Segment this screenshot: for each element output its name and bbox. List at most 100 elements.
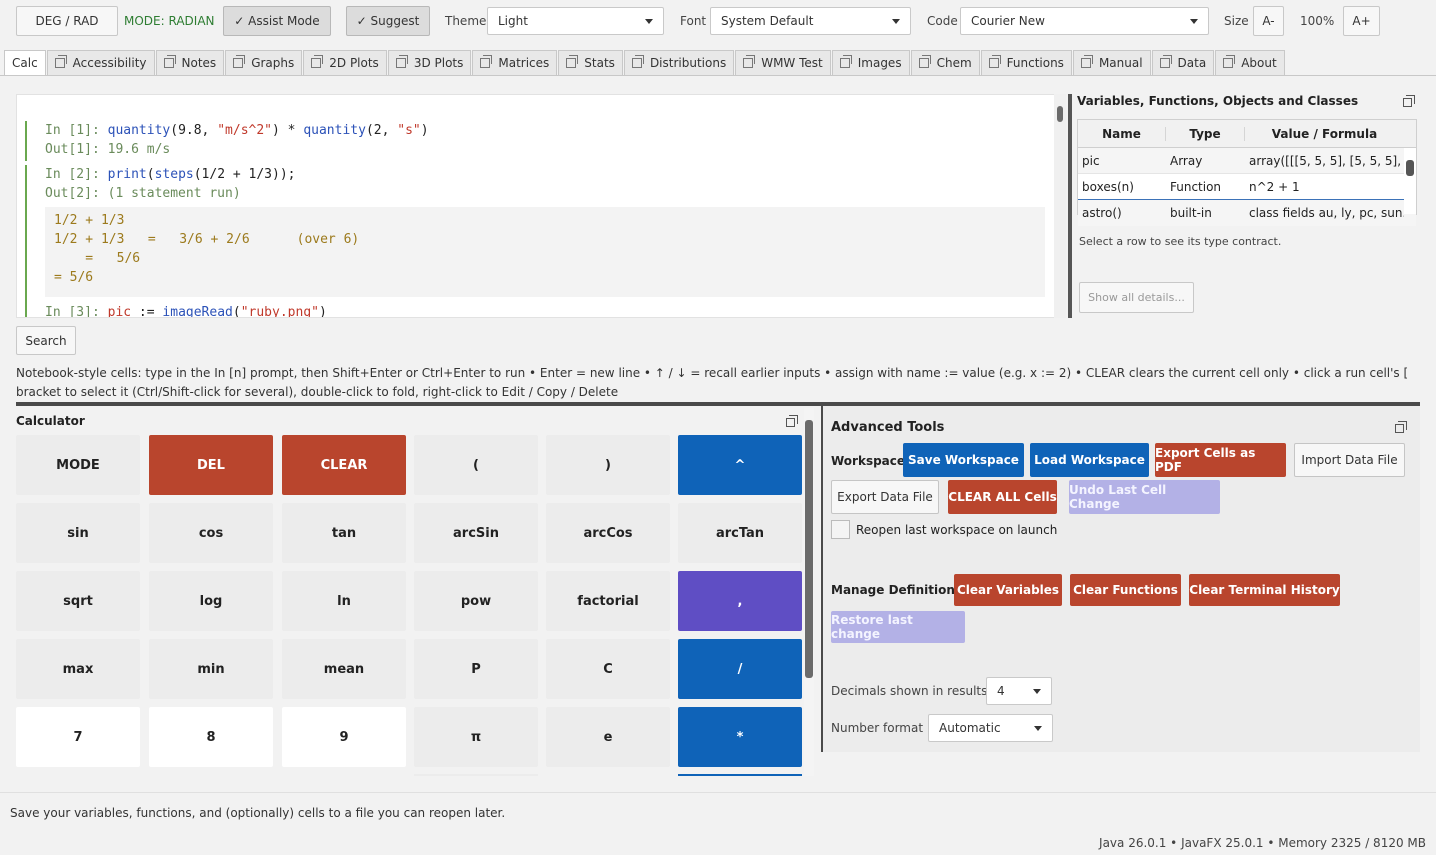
key-tan[interactable]: tan [282,503,406,563]
tab-matrices[interactable]: Matrices [472,50,558,75]
table-row[interactable]: pic Array array([[[5, 5, 5], [5, 5, 5], … [1078,148,1416,174]
clear-terminal-history-button[interactable]: Clear Terminal History [1189,574,1340,606]
deg-rad-button[interactable]: DEG / RAD [16,6,118,36]
assist-mode-toggle[interactable]: ✓ Assist Mode [223,6,331,36]
scroll-thumb[interactable] [1057,106,1063,122]
font-size-increase-button[interactable]: A+ [1343,6,1380,36]
scroll-thumb[interactable] [1406,160,1414,176]
clear-functions-button[interactable]: Clear Functions [1070,574,1181,606]
popout-icon[interactable] [1395,421,1407,433]
key-del[interactable]: DEL [149,435,273,495]
key-clear[interactable]: CLEAR [282,435,406,495]
font-size-decrease-button[interactable]: A- [1253,6,1284,36]
key-9[interactable]: 9 [282,707,406,767]
tab-2d-plots[interactable]: 2D Plots [303,50,387,75]
notebook-area[interactable]: In [1]: quantity(9.8, "m/s^2") * quantit… [16,94,1066,318]
key-mode[interactable]: MODE [16,435,140,495]
notebook-cell-3[interactable]: In [3]: pic := imageRead("ruby.png") [25,303,327,318]
key-min[interactable]: min [149,639,273,699]
key-sin[interactable]: sin [16,503,140,563]
scroll-thumb[interactable] [805,420,813,678]
tab-graphs[interactable]: Graphs [225,50,303,75]
key-ln[interactable]: ln [282,571,406,631]
load-workspace-button[interactable]: Load Workspace [1030,443,1149,477]
key-e[interactable]: e [546,707,670,767]
tab-wmw-test[interactable]: WMW Test [735,50,831,75]
tab-manual[interactable]: Manual [1072,50,1151,75]
code-font-select[interactable]: Courier New [960,7,1209,35]
cell-input[interactable]: In [3]: pic := imageRead("ruby.png") [45,303,327,318]
advanced-tools-panel: Advanced Tools Workspace: Save Workspace… [821,406,1420,752]
key-cos[interactable]: cos [149,503,273,563]
key-arctan[interactable]: arcTan [678,503,802,563]
key-8[interactable]: 8 [149,707,273,767]
tab-label: 3D Plots [413,56,464,70]
key-close-paren[interactable]: ) [546,435,670,495]
show-details-button[interactable]: Show all details... [1079,282,1194,313]
table-row[interactable]: astro() built-in class fields au, ly, pc… [1078,200,1416,226]
notebook-scrollbar[interactable] [1054,94,1066,318]
key-arcsin[interactable]: arcSin [414,503,538,563]
code-token: print [107,167,147,182]
key-pow[interactable]: pow [414,571,538,631]
key-permutation[interactable]: P [414,639,538,699]
cell-input[interactable]: In [2]: print(steps(1/2 + 1/3)); [45,165,295,184]
column-header-value[interactable]: Value / Formula [1245,127,1404,141]
key-multiply[interactable]: * [678,707,802,767]
code-token: (1/2 + 1/3)); [193,167,296,182]
tab-images[interactable]: Images [831,50,910,75]
key-power[interactable]: ^ [678,435,802,495]
key-factorial[interactable]: factorial [546,571,670,631]
column-header-name[interactable]: Name [1078,126,1166,141]
search-button[interactable]: Search [16,326,76,355]
panel-splitter[interactable] [1068,94,1072,318]
key-comma[interactable]: , [678,571,802,631]
number-format-select[interactable]: Automatic [928,714,1053,742]
key-combination[interactable]: C [546,639,670,699]
key-divide[interactable]: / [678,639,802,699]
table-row[interactable]: boxes(n) Function n^2 + 1 [1078,174,1416,200]
export-pdf-button[interactable]: Export Cells as PDF [1155,443,1286,477]
tab-data[interactable]: Data [1151,50,1215,75]
variables-table[interactable]: Name Type Value / Formula pic Array arra… [1077,119,1417,226]
tab-notes[interactable]: Notes [155,50,225,75]
font-select[interactable]: System Default [710,7,911,35]
key-open-paren[interactable]: ( [414,435,538,495]
tab-functions[interactable]: Functions [980,50,1072,75]
tab-stats[interactable]: Stats [558,50,623,75]
top-toolbar: DEG / RAD MODE: RADIAN ✓ Assist Mode ✓ S… [0,0,1436,44]
restore-last-change-button[interactable]: Restore last change [831,611,965,643]
table-scrollbar[interactable] [1404,148,1416,214]
notebook-cell-1[interactable]: In [1]: quantity(9.8, "m/s^2") * quantit… [25,121,429,161]
tab-distributions[interactable]: Distributions [623,50,735,75]
import-data-button[interactable]: Import Data File [1294,443,1405,477]
tab-3d-plots[interactable]: 3D Plots [387,50,472,75]
cell-type: Function [1170,179,1222,194]
key-log[interactable]: log [149,571,273,631]
theme-select[interactable]: Light [487,7,664,35]
decimals-select[interactable]: 4 [986,677,1052,705]
export-data-button[interactable]: Export Data File [831,480,939,514]
clear-all-cells-button[interactable]: CLEAR ALL Cells [948,480,1057,514]
key-pi[interactable]: π [414,707,538,767]
key-mean[interactable]: mean [282,639,406,699]
popout-icon[interactable] [1403,95,1415,107]
popout-icon[interactable] [786,415,798,427]
suggest-toggle[interactable]: ✓ Suggest [346,6,430,36]
clear-variables-button[interactable]: Clear Variables [954,574,1062,606]
key-max[interactable]: max [16,639,140,699]
tab-calc[interactable]: Calc [4,50,46,75]
reopen-checkbox[interactable] [831,520,850,539]
tab-accessibility[interactable]: Accessibility [46,50,155,75]
calculator-scrollbar[interactable] [804,408,814,776]
undo-last-change-button[interactable]: Undo Last Cell Change [1069,480,1220,514]
cell-input[interactable]: In [1]: quantity(9.8, "m/s^2") * quantit… [45,121,429,140]
code-token: imageRead [162,305,233,318]
column-header-type[interactable]: Type [1166,126,1245,141]
save-workspace-button[interactable]: Save Workspace [903,443,1024,477]
tab-about[interactable]: About [1215,50,1285,75]
key-arccos[interactable]: arcCos [546,503,670,563]
key-7[interactable]: 7 [16,707,140,767]
key-sqrt[interactable]: sqrt [16,571,140,631]
tab-chem[interactable]: Chem [910,50,980,75]
